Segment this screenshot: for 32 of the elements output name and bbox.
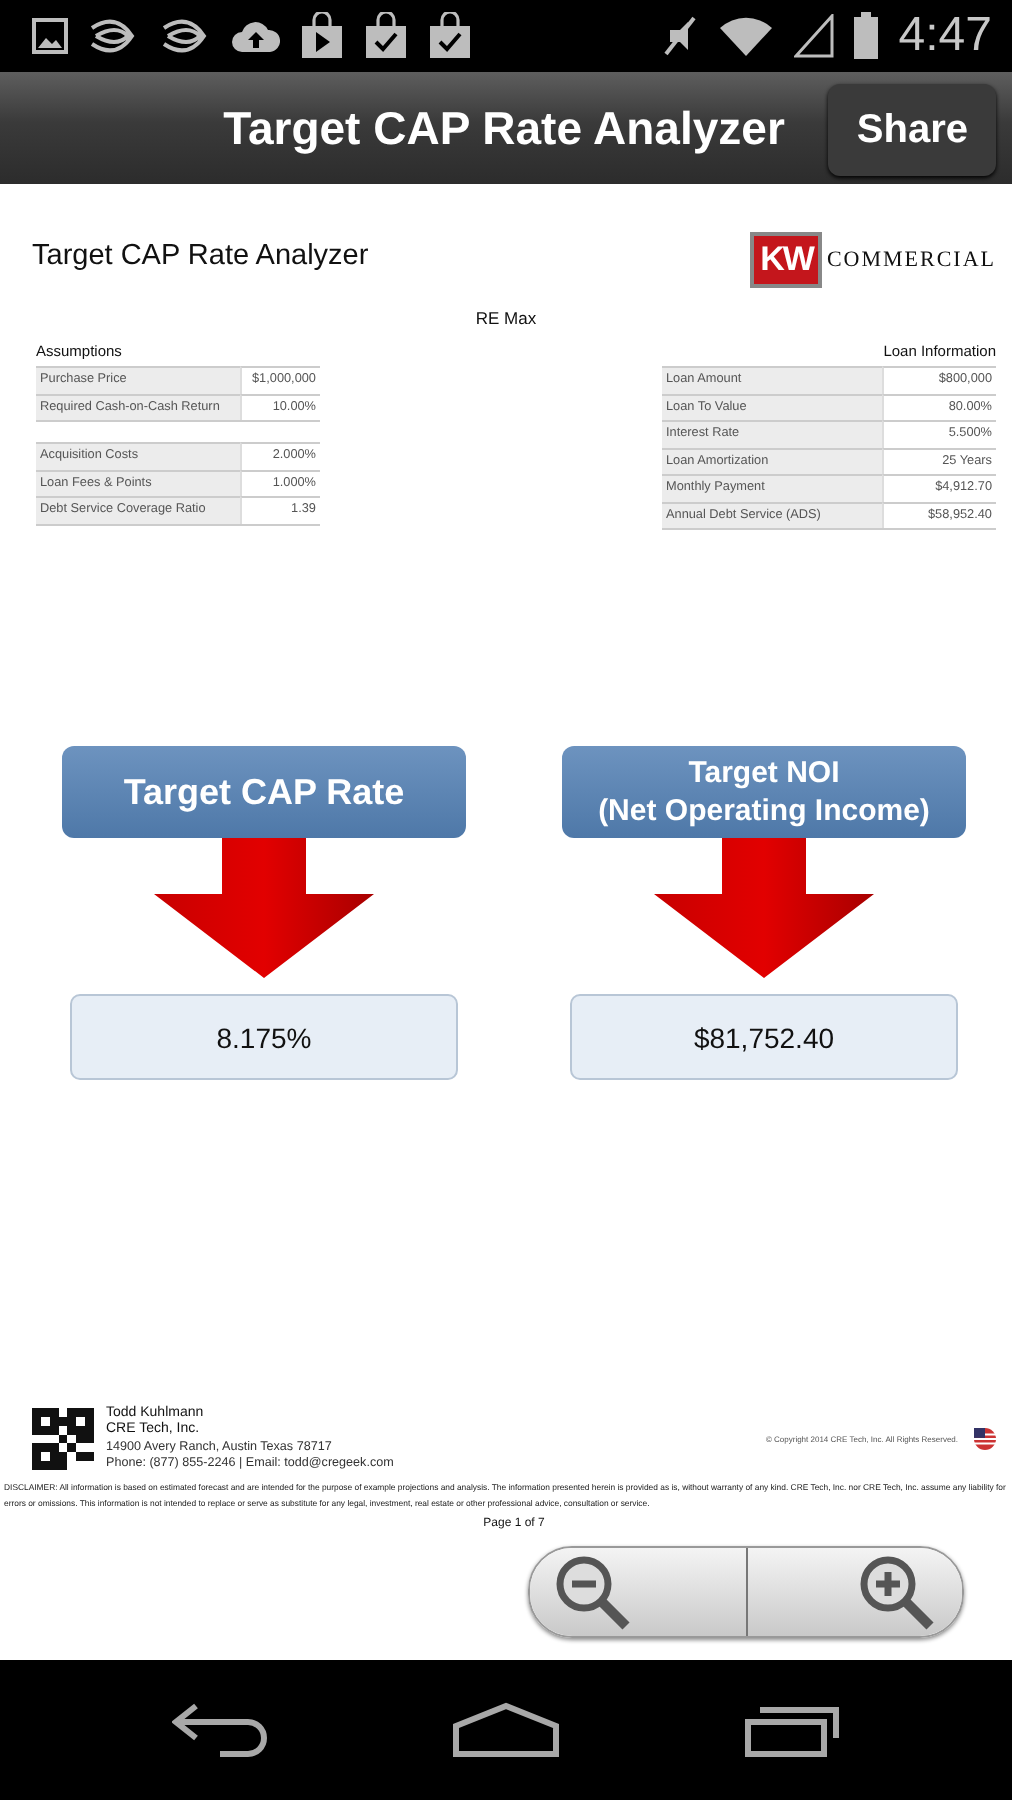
result-heading: Target NOI (Net Operating Income)	[562, 746, 966, 838]
zoom-in-icon	[858, 1554, 938, 1630]
signal-icon	[794, 14, 835, 58]
cloud-upload-icon	[232, 18, 280, 54]
swirl-icon	[88, 16, 140, 56]
down-arrow-icon	[154, 838, 374, 978]
flag-icon	[974, 1428, 996, 1451]
zoom-out-button[interactable]	[530, 1548, 745, 1636]
store-bag-icon	[428, 12, 472, 60]
result-heading: Target CAP Rate	[62, 746, 466, 838]
store-bag-icon	[300, 12, 344, 60]
back-icon[interactable]	[172, 1702, 268, 1758]
swirl-icon	[160, 16, 212, 56]
result-value: $81,752.40	[570, 994, 958, 1080]
store-bag-icon	[364, 12, 408, 60]
zoom-in-button[interactable]	[745, 1548, 962, 1636]
battery-icon	[854, 12, 879, 60]
recent-apps-icon[interactable]	[744, 1702, 840, 1758]
clock-time: 4:47	[898, 8, 992, 64]
down-arrow-icon	[654, 838, 874, 978]
document-title: Target CAP Rate Analyzer	[32, 240, 369, 272]
qr-code-icon	[32, 1408, 94, 1471]
zoom-out-icon	[554, 1554, 634, 1630]
company-logo: KW COMMERCIAL	[750, 232, 996, 288]
share-button[interactable]: Share	[828, 84, 996, 176]
screen-title: Target CAP Rate Analyzer	[223, 101, 785, 155]
image-icon	[32, 18, 68, 54]
wifi-icon	[718, 16, 775, 56]
home-icon[interactable]	[452, 1702, 560, 1758]
result-value: 8.175%	[70, 994, 458, 1080]
muted-icon	[662, 14, 699, 58]
company-name: RE Max	[473, 308, 539, 328]
